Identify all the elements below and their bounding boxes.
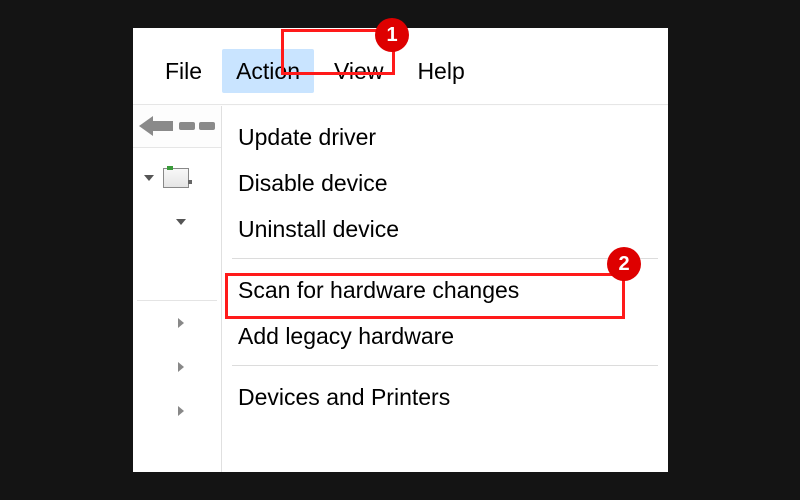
menu-separator bbox=[232, 258, 658, 259]
menu-update-driver[interactable]: Update driver bbox=[222, 114, 668, 160]
menu-scan-hardware-changes[interactable]: Scan for hardware changes bbox=[222, 267, 668, 313]
toolbar-segment-icon bbox=[179, 122, 195, 130]
menu-devices-and-printers[interactable]: Devices and Printers bbox=[222, 374, 668, 420]
computer-icon bbox=[163, 168, 189, 188]
back-arrow-icon[interactable] bbox=[139, 114, 173, 138]
menu-help[interactable]: Help bbox=[403, 49, 478, 93]
tree-root-item[interactable] bbox=[133, 156, 221, 200]
toolbar-segment-icon bbox=[199, 122, 215, 130]
action-dropdown-menu: Update driver Disable device Uninstall d… bbox=[221, 106, 668, 472]
chevron-down-icon bbox=[141, 170, 157, 186]
tree-collapsed-item[interactable] bbox=[133, 301, 221, 345]
chevron-right-icon bbox=[173, 403, 189, 419]
tree-collapsed-item[interactable] bbox=[133, 345, 221, 389]
menu-disable-device[interactable]: Disable device bbox=[222, 160, 668, 206]
chevron-right-icon bbox=[173, 359, 189, 375]
menu-view[interactable]: View bbox=[320, 49, 397, 93]
menu-action[interactable]: Action bbox=[222, 49, 314, 93]
tree-child-item[interactable] bbox=[133, 200, 221, 244]
device-manager-window: File Action View Help 1 bbox=[133, 28, 668, 472]
menu-file[interactable]: File bbox=[151, 49, 216, 93]
menu-separator bbox=[232, 365, 658, 366]
tree-collapsed-item[interactable] bbox=[133, 389, 221, 433]
menu-add-legacy-hardware[interactable]: Add legacy hardware bbox=[222, 313, 668, 359]
chevron-down-icon bbox=[173, 214, 189, 230]
device-tree bbox=[133, 156, 221, 472]
menu-uninstall-device[interactable]: Uninstall device bbox=[222, 206, 668, 252]
chevron-right-icon bbox=[173, 315, 189, 331]
tree-separator bbox=[137, 244, 217, 301]
menu-bar: File Action View Help bbox=[133, 46, 668, 96]
